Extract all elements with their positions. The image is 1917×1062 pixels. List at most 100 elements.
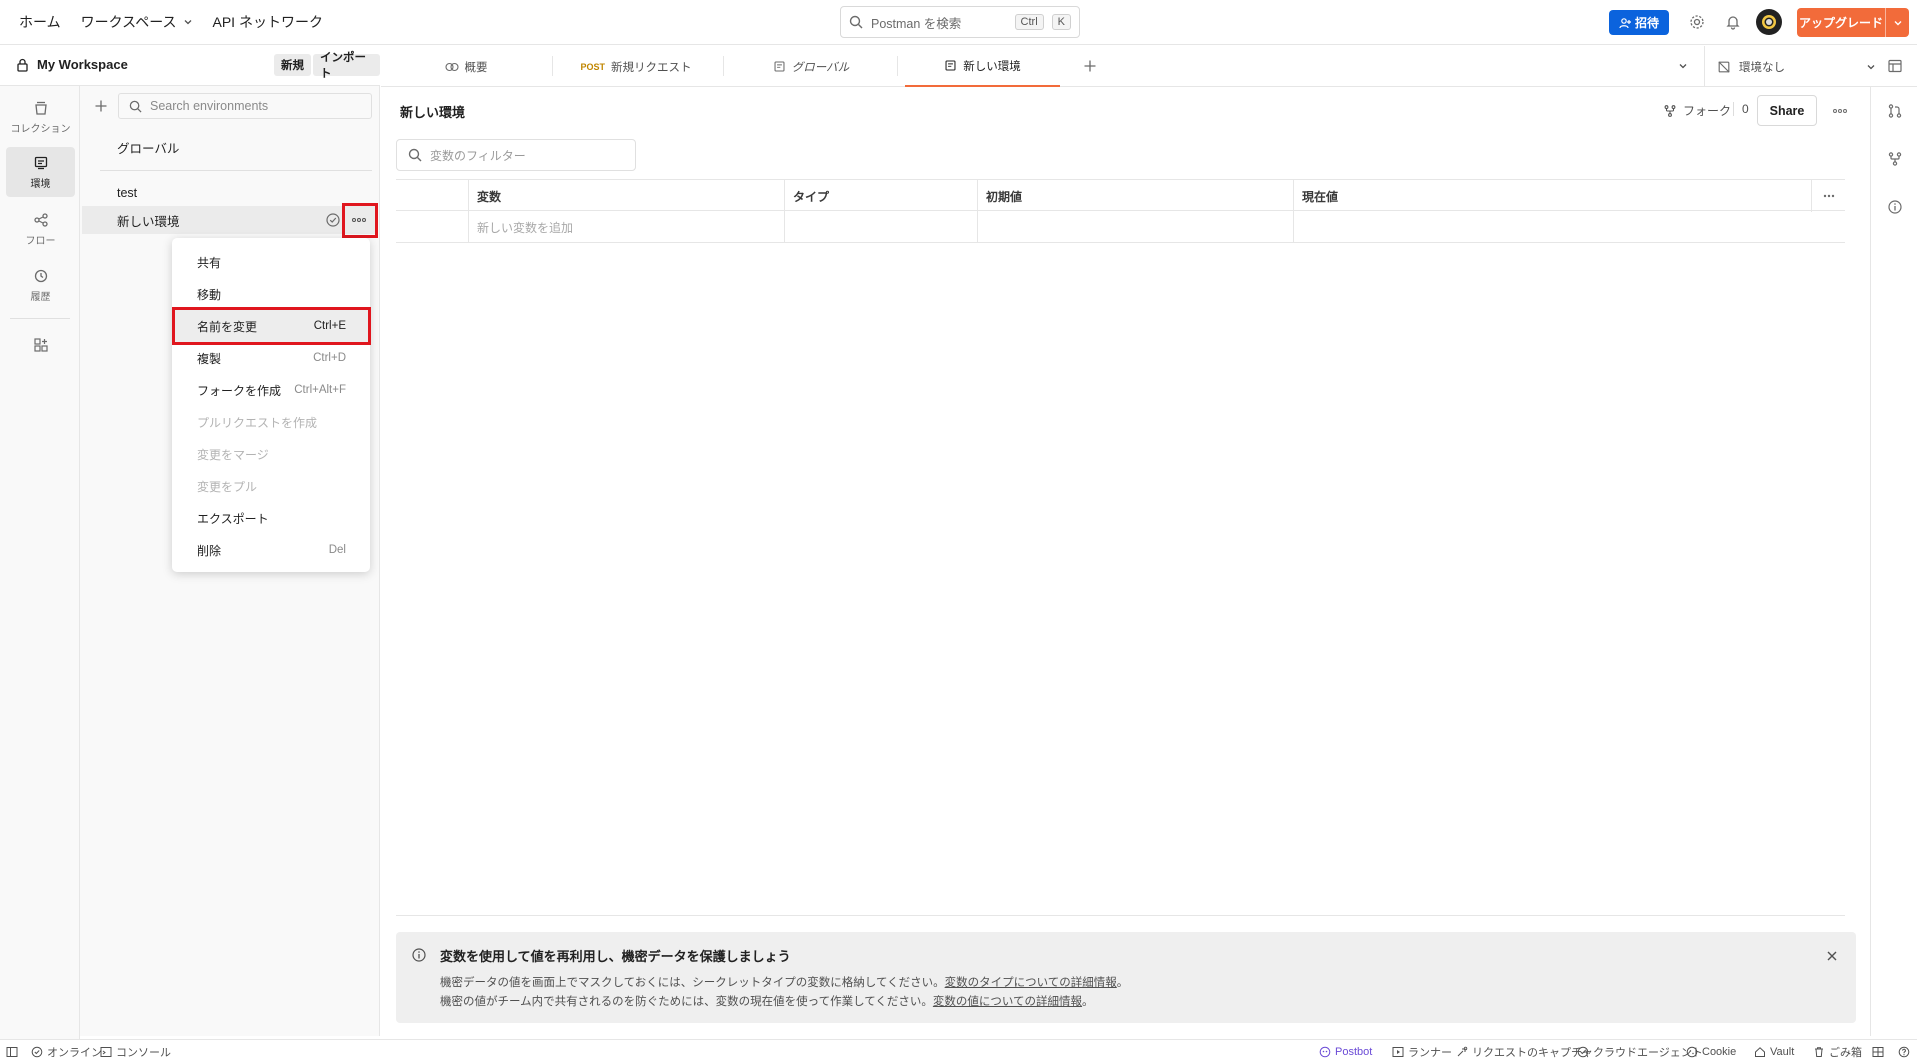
postbot-button[interactable]: Postbot <box>1319 1040 1372 1062</box>
environment-title[interactable]: 新しい環境 <box>400 102 465 121</box>
fork-icon <box>1664 104 1676 117</box>
tab-overview[interactable]: 概要 <box>416 46 516 87</box>
variables-table: 変数 タイプ 初期値 現在値 新しい変数を追加 <box>396 179 1845 243</box>
global-search[interactable]: Postman を検索 Ctrl K <box>840 6 1080 38</box>
history-icon <box>34 269 47 282</box>
menu-item-shortcut: Ctrl+D <box>313 352 346 364</box>
online-status[interactable]: オンライン <box>31 1040 102 1062</box>
runner-icon <box>1392 1046 1404 1057</box>
upgrade-dropdown[interactable] <box>1885 8 1909 37</box>
info-icon <box>412 948 426 962</box>
upgrade-button[interactable]: アップグレード <box>1797 8 1909 37</box>
flow-icon <box>33 212 48 227</box>
info-icon <box>1888 200 1902 214</box>
info-text-1: 機密データの値を画面上でマスクしておくには、シークレットタイプの変数に格納してく… <box>440 977 945 989</box>
layout-icon <box>1872 1046 1884 1057</box>
variable-filter-input[interactable]: 変数のフィルター <box>396 139 636 171</box>
trash-label: ごみ箱 <box>1829 1046 1862 1059</box>
menu-item-delete[interactable]: 削除 Del <box>172 534 370 566</box>
more-horizontal-icon <box>1823 194 1834 198</box>
pull-request-button[interactable] <box>1883 99 1907 123</box>
toggle-sidebar-button[interactable] <box>6 1040 18 1062</box>
new-tab-button[interactable] <box>1078 54 1102 78</box>
help-button[interactable] <box>1898 1040 1910 1062</box>
settings-button[interactable] <box>1685 10 1709 34</box>
rail-item-environments[interactable]: 環境 <box>6 147 75 197</box>
nav-api-network[interactable]: API ネットワーク <box>213 12 323 32</box>
rail-item-history[interactable]: 履歴 <box>6 260 75 310</box>
nav-workspaces[interactable]: ワークスペース <box>81 12 193 32</box>
workspace-title[interactable]: My Workspace <box>16 57 128 72</box>
menu-item-duplicate[interactable]: 複製 Ctrl+D <box>172 342 370 374</box>
add-environment-button[interactable] <box>89 94 113 118</box>
top-bar: ホーム ワークスペース API ネットワーク Postman を検索 Ctrl … <box>0 0 1917 45</box>
environment-item-test[interactable]: test <box>82 179 378 207</box>
close-banner-button[interactable] <box>1820 944 1844 968</box>
environment-more-button[interactable] <box>1828 99 1852 123</box>
no-environment-icon <box>1718 60 1730 73</box>
info-panel-button[interactable] <box>1883 195 1907 219</box>
cloud-agent-button[interactable]: クラウドエージェント <box>1577 1040 1703 1062</box>
environment-selector[interactable]: 環境なし <box>1704 46 1884 87</box>
rail-item-configure[interactable] <box>6 320 75 370</box>
workspace-name: My Workspace <box>37 57 128 72</box>
postbot-icon <box>1319 1046 1331 1057</box>
tab-new-environment[interactable]: 新しい環境 <box>905 46 1060 87</box>
trash-button[interactable]: ごみ箱 <box>1813 1040 1862 1062</box>
menu-item-shortcut: Ctrl+Alt+F <box>294 384 346 396</box>
set-active-button[interactable] <box>323 210 343 230</box>
cookie-label: Cookie <box>1702 1045 1737 1058</box>
layout-button[interactable] <box>1872 1040 1884 1062</box>
capture-button[interactable]: リクエストのキャプチャ <box>1456 1040 1593 1062</box>
new-button[interactable]: 新規 <box>274 54 311 76</box>
rail-label: 履歴 <box>30 291 51 303</box>
notifications-button[interactable] <box>1721 10 1745 34</box>
import-button[interactable]: インポート <box>313 52 380 80</box>
initial-value-cell[interactable] <box>977 211 1293 243</box>
type-cell[interactable] <box>784 211 977 243</box>
table-row: 新しい変数を追加 <box>396 211 1845 243</box>
share-button[interactable]: Share <box>1757 95 1817 126</box>
new-variable-input[interactable]: 新しい変数を追加 <box>468 211 784 243</box>
tab-new-request[interactable]: POST 新規リクエスト <box>561 46 711 87</box>
console-button[interactable]: コンソール <box>100 1040 171 1062</box>
nav-home[interactable]: ホーム <box>19 12 61 32</box>
info-period: 。 <box>1116 977 1129 989</box>
rail-divider <box>10 318 70 319</box>
apps-icon <box>33 338 48 352</box>
menu-item-share[interactable]: 共有 <box>172 246 370 278</box>
rail-item-flows[interactable]: フロー <box>6 204 75 254</box>
menu-item-fork[interactable]: フォークを作成 Ctrl+Alt+F <box>172 374 370 406</box>
menu-item-move[interactable]: 移動 <box>172 278 370 310</box>
tab-globals[interactable]: グローバル <box>741 46 881 87</box>
online-label: オンライン <box>47 1046 102 1059</box>
vault-button[interactable]: Vault <box>1754 1040 1794 1062</box>
nav-workspaces-label: ワークスペース <box>80 14 177 30</box>
invite-button[interactable]: 招待 <box>1609 10 1669 35</box>
environment-item-global[interactable]: グローバル <box>82 133 378 161</box>
kbd-ctrl: Ctrl <box>1014 14 1044 30</box>
fork-panel-button[interactable] <box>1883 147 1907 171</box>
cookie-button[interactable]: Cookie <box>1686 1040 1736 1062</box>
pull-request-icon <box>1888 104 1902 118</box>
menu-item-label: 変更をプル <box>197 479 258 494</box>
runner-button[interactable]: ランナー <box>1392 1040 1452 1062</box>
environment-selector-label: 環境なし <box>1739 61 1785 74</box>
gear-icon <box>1690 15 1704 29</box>
fork-button[interactable]: フォーク <box>1663 102 1731 119</box>
rail-item-collections[interactable]: コレクション <box>6 92 75 142</box>
avatar[interactable] <box>1756 9 1782 35</box>
menu-item-label: 複製 <box>197 351 222 366</box>
environment-quick-look-button[interactable] <box>1883 54 1907 78</box>
link-variable-values[interactable]: 変数の値についての詳細情報 <box>933 996 1082 1008</box>
table-options-button[interactable] <box>1811 180 1845 212</box>
check-circle-icon <box>1577 1046 1589 1057</box>
current-value-cell[interactable] <box>1293 211 1845 243</box>
environment-search-input[interactable]: Search environments <box>118 93 372 119</box>
link-variable-types[interactable]: 変数のタイプについての詳細情報 <box>945 977 1117 989</box>
tab-list-button[interactable] <box>1671 54 1695 78</box>
menu-item-merge: 変更をマージ <box>172 438 370 470</box>
vault-icon <box>1755 1046 1765 1057</box>
menu-item-label: 変更をマージ <box>197 447 269 462</box>
menu-item-export[interactable]: エクスポート <box>172 502 370 534</box>
